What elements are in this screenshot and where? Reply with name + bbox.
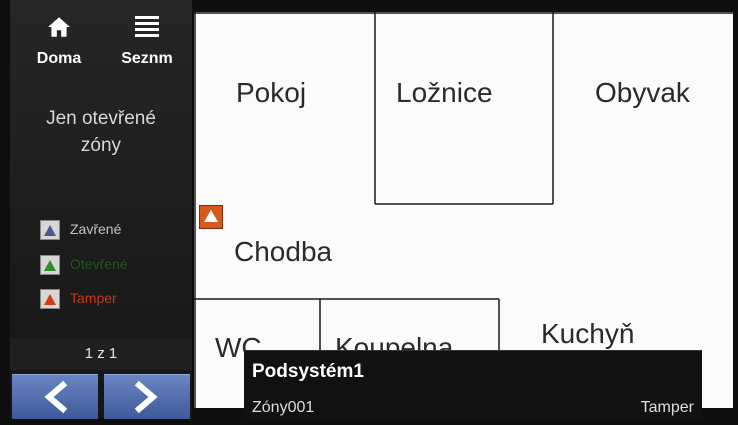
page-indicator: 1 z 1: [10, 338, 192, 370]
legend-open-label: Otevřené: [70, 256, 128, 272]
event-popup[interactable]: Podsystém1 Zóny001 Tamper: [244, 350, 702, 419]
tamper-zone-marker[interactable]: [199, 205, 223, 229]
filter-line-2: zóny: [80, 135, 122, 156]
floor-plan-walls: [194, 12, 733, 408]
open-zones-filter[interactable]: Jen otevřené zóny: [10, 105, 192, 159]
previous-page-button[interactable]: [12, 374, 98, 419]
open-triangle-icon: [44, 260, 56, 271]
chevron-left-icon: [44, 380, 68, 414]
home-label: Doma: [36, 50, 82, 67]
room-chodba[interactable]: Chodba: [234, 236, 332, 268]
alert-triangle-icon: [204, 210, 218, 222]
room-loznice[interactable]: Ložnice: [396, 77, 493, 109]
legend-tamper-label: Tamper: [70, 290, 117, 306]
room-obyvak[interactable]: Obyvak: [595, 77, 690, 109]
home-icon: [48, 17, 70, 37]
filter-line-1: Jen otevřené: [46, 108, 156, 129]
legend-closed-label: Zavřené: [70, 221, 122, 237]
room-kuchyn[interactable]: Kuchyň: [541, 318, 634, 350]
open-swatch: [40, 255, 60, 275]
screen: Doma Seznm Jen otevřené zóny Zavřené Ote…: [0, 0, 738, 425]
popup-title: Podsystém1: [252, 361, 364, 382]
list-button[interactable]: Seznm: [106, 8, 188, 67]
room-pokoj[interactable]: Pokoj: [236, 77, 306, 109]
chevron-right-icon: [134, 380, 158, 414]
list-label: Seznm: [121, 50, 173, 67]
closed-swatch: [40, 220, 60, 240]
tamper-swatch: [40, 289, 60, 309]
floor-plan: Pokoj Ložnice Obyvak Chodba WC Koupelna …: [194, 12, 733, 408]
tamper-triangle-icon: [44, 294, 56, 305]
home-button[interactable]: Doma: [18, 8, 100, 67]
popup-status: Tamper: [640, 399, 694, 416]
closed-triangle-icon: [44, 225, 56, 236]
next-page-button[interactable]: [104, 374, 190, 419]
sidebar: Doma Seznm Jen otevřené zóny Zavřené Ote…: [10, 0, 192, 419]
list-icon: [135, 16, 159, 37]
popup-zone: Zóny001: [252, 399, 315, 416]
